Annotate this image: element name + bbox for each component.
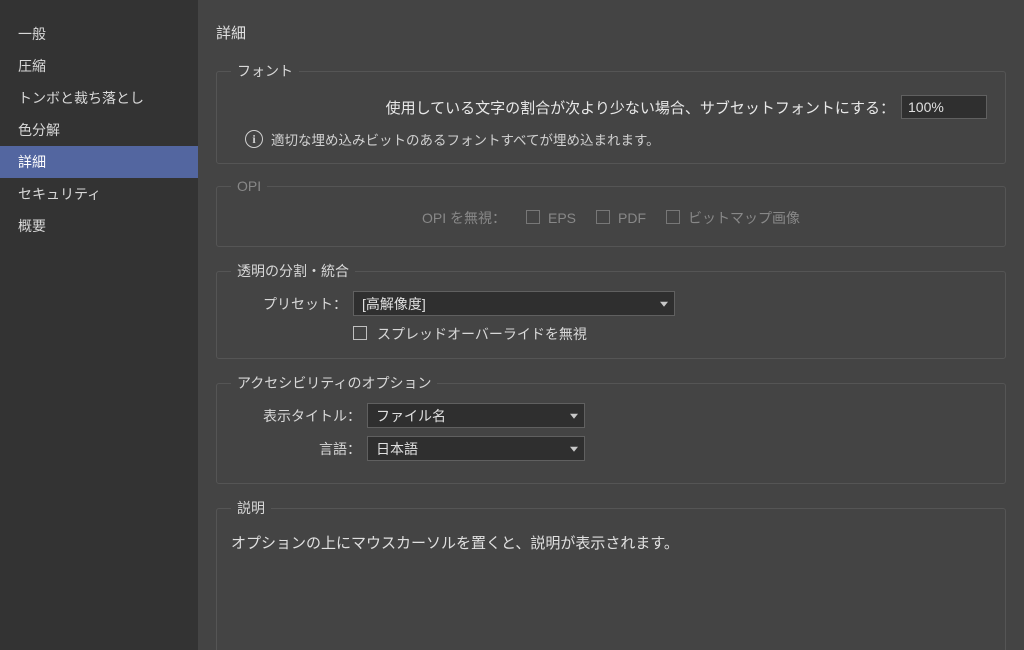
preset-value: [高解像度] xyxy=(362,294,426,314)
ignore-spread-override-label: スプレッドオーバーライドを無視 xyxy=(377,324,587,344)
opi-group: OPI OPI を無視： EPS PDF ビットマップ画像 xyxy=(216,178,1006,247)
sidebar-item-general[interactable]: 一般 xyxy=(0,18,198,50)
sidebar-item-marks[interactable]: トンボと裁ち落とし xyxy=(0,82,198,114)
opi-eps-label: EPS xyxy=(548,210,576,226)
chevron-down-icon xyxy=(570,413,578,418)
sidebar-item-security[interactable]: セキュリティ xyxy=(0,178,198,210)
display-title-label: 表示タイトル： xyxy=(231,406,367,426)
preset-select[interactable]: [高解像度] xyxy=(353,291,675,316)
opi-eps-option: EPS xyxy=(526,210,576,226)
fonts-info-text: 適切な埋め込みビットのあるフォントすべてが埋め込まれます。 xyxy=(271,129,660,149)
opi-eps-checkbox xyxy=(526,210,540,224)
sidebar-item-output[interactable]: 色分解 xyxy=(0,114,198,146)
accessibility-legend: アクセシビリティのオプション xyxy=(231,373,437,393)
page-title: 詳細 xyxy=(216,22,1006,43)
transparency-group: 透明の分割・統合 プリセット： [高解像度] スプレッドオーバーライドを無視 xyxy=(216,261,1006,359)
info-icon: i xyxy=(245,130,263,148)
language-value: 日本語 xyxy=(376,439,418,459)
opi-bitmap-checkbox xyxy=(666,210,680,224)
display-title-value: ファイル名 xyxy=(376,406,446,426)
sidebar-item-compression[interactable]: 圧縮 xyxy=(0,50,198,82)
sidebar: 一般 圧縮 トンボと裁ち落とし 色分解 詳細 セキュリティ 概要 xyxy=(0,0,198,650)
language-select[interactable]: 日本語 xyxy=(367,436,585,461)
subset-percent-input[interactable] xyxy=(901,95,987,119)
language-label: 言語： xyxy=(231,439,367,459)
description-legend: 説明 xyxy=(231,498,271,518)
fonts-legend: フォント xyxy=(231,61,299,81)
sidebar-item-advanced[interactable]: 詳細 xyxy=(0,146,198,178)
main-panel: 詳細 フォント 使用している文字の割合が次より少ない場合、サブセットフォントにす… xyxy=(198,0,1024,650)
opi-pdf-checkbox xyxy=(596,210,610,224)
opi-pdf-label: PDF xyxy=(618,210,646,226)
description-group: 説明 オプションの上にマウスカーソルを置くと、説明が表示されます。 xyxy=(216,498,1006,650)
display-title-select[interactable]: ファイル名 xyxy=(367,403,585,428)
chevron-down-icon xyxy=(570,446,578,451)
description-text: オプションの上にマウスカーソルを置くと、説明が表示されます。 xyxy=(231,528,991,650)
opi-bitmap-option: ビットマップ画像 xyxy=(666,208,800,228)
subset-font-label: 使用している文字の割合が次より少ない場合、サブセットフォントにする： xyxy=(386,97,895,118)
opi-pdf-option: PDF xyxy=(596,210,646,226)
opi-bitmap-label: ビットマップ画像 xyxy=(688,208,800,228)
transparency-legend: 透明の分割・統合 xyxy=(231,261,355,281)
preset-label: プリセット： xyxy=(231,294,353,314)
sidebar-item-summary[interactable]: 概要 xyxy=(0,210,198,242)
ignore-spread-override-checkbox[interactable] xyxy=(353,326,367,340)
opi-ignore-label: OPI を無視： xyxy=(422,208,506,228)
accessibility-group: アクセシビリティのオプション 表示タイトル： ファイル名 言語： 日本語 xyxy=(216,373,1006,484)
chevron-down-icon xyxy=(660,301,668,306)
fonts-group: フォント 使用している文字の割合が次より少ない場合、サブセットフォントにする： … xyxy=(216,61,1006,164)
opi-legend: OPI xyxy=(231,178,267,194)
